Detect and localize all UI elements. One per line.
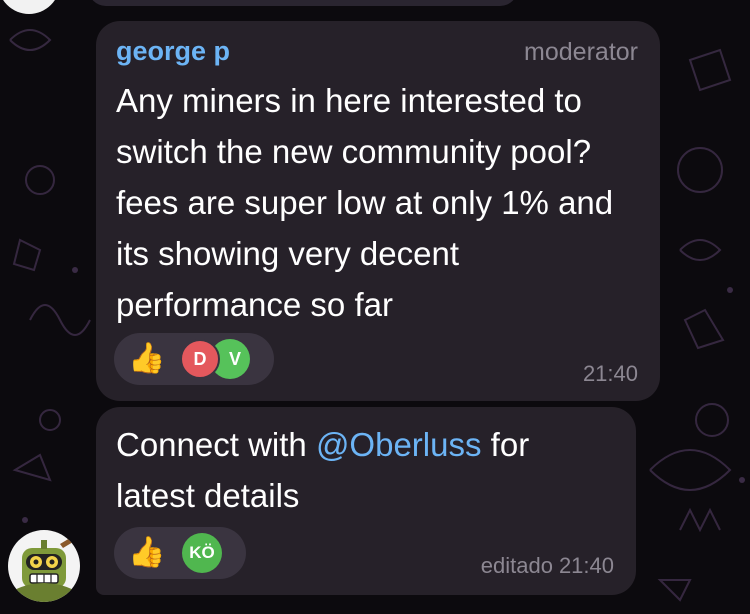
- message-text: Any miners in here interested to switch …: [116, 82, 614, 323]
- reactor-avatar: D: [180, 339, 220, 379]
- mention-link[interactable]: @Oberluss: [316, 426, 482, 463]
- thumbs-up-icon: 👍: [128, 536, 166, 569]
- reactor-avatar: KÖ: [182, 533, 222, 573]
- message-bubble[interactable]: Connect with @Oberluss for latest detail…: [96, 407, 636, 595]
- message-time: editado 21:40: [481, 553, 614, 579]
- edited-label: editado: [480, 553, 553, 578]
- sender-name[interactable]: george p: [116, 36, 230, 67]
- message-bubble[interactable]: george p moderator Any miners in here in…: [96, 21, 660, 401]
- message-time-value: 21:40: [558, 553, 614, 578]
- previous-message-bubble[interactable]: [88, 0, 518, 6]
- message-text: Connect with @Oberluss for latest detail…: [116, 419, 616, 521]
- robot-mascot-icon: [14, 538, 74, 602]
- thumbs-up-icon: 👍: [128, 342, 166, 375]
- reaction-pill[interactable]: 👍 KÖ: [114, 527, 246, 579]
- reaction-pill[interactable]: 👍 D V: [114, 333, 274, 385]
- sender-avatar[interactable]: [8, 530, 80, 602]
- sender-role-badge: moderator: [524, 38, 638, 66]
- message-time: 21:40: [582, 361, 638, 386]
- message-text-start: Connect with: [116, 426, 316, 463]
